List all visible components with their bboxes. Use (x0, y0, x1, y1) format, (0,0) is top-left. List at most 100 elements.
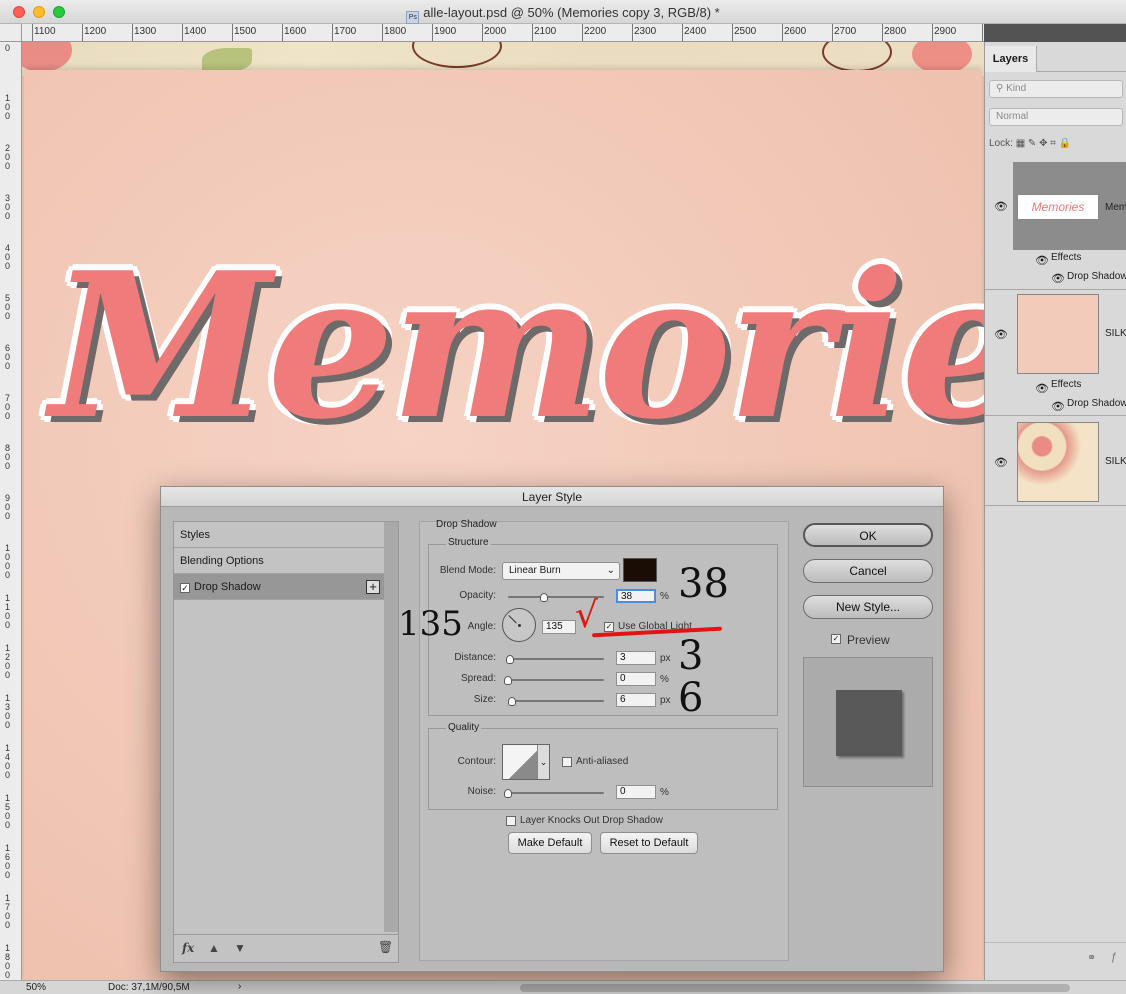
ruler-left-label: 400 (5, 243, 11, 271)
annotation-checkmark: √ (575, 595, 598, 636)
layer-name[interactable]: SILK (1105, 328, 1126, 339)
layer-filter-kind[interactable]: ⚲ Kind (989, 80, 1123, 98)
layer-name[interactable]: Mem (1105, 202, 1126, 213)
angle-field[interactable]: 135 (542, 620, 576, 634)
layer-effects-label[interactable]: Effects (1051, 252, 1081, 263)
horizontal-scrollbar[interactable] (520, 984, 1070, 992)
distance-field[interactable]: 3 (616, 651, 656, 665)
new-style-button[interactable]: New Style... (803, 595, 933, 619)
memories-text-layer[interactable]: Memories (50, 237, 984, 457)
use-global-light-checkbox[interactable]: ✓ (604, 622, 614, 632)
trash-icon[interactable]: 🗑 (378, 940, 393, 954)
layer-row-silk-2[interactable]: 👁 SILK (985, 416, 1126, 506)
knocks-out-checkbox[interactable] (506, 816, 516, 826)
effects-eye-icon[interactable]: 👁 (1035, 254, 1049, 267)
styles-item[interactable]: Styles (174, 522, 384, 548)
make-default-button[interactable]: Make Default (508, 832, 592, 854)
drop-shadow-settings: Drop Shadow Structure Blend Mode: Linear… (419, 519, 789, 961)
layer-effect-drop-shadow[interactable]: Drop Shadow (1067, 271, 1126, 282)
ruler-tick (832, 24, 833, 41)
lock-all-icon[interactable]: 🔒 (1059, 138, 1071, 149)
move-down-arrow-icon[interactable]: ▼ (234, 941, 246, 955)
visibility-eye-icon[interactable]: 👁 (994, 456, 1008, 469)
fx-menu-button[interactable]: fx (182, 941, 194, 955)
status-menu-arrow[interactable]: › (238, 981, 241, 992)
visibility-eye-icon[interactable]: 👁 (994, 328, 1008, 341)
drop-shadow-checkbox[interactable]: ✓ (180, 583, 190, 593)
layer-blend-mode-select[interactable]: Normal (989, 108, 1123, 126)
opacity-slider-knob[interactable] (540, 593, 549, 602)
annotation-size: 6 (678, 675, 704, 721)
lock-brush-icon[interactable]: ✎ (1028, 138, 1036, 149)
angle-dial-needle (508, 615, 517, 624)
size-slider[interactable] (508, 700, 604, 702)
ruler-top[interactable]: 1100 1200 1300 1400 1500 1600 1700 1800 1900 2000… (22, 24, 984, 42)
size-field[interactable]: 6 (616, 693, 656, 707)
anti-aliased-checkbox[interactable] (562, 757, 572, 767)
anti-aliased-label[interactable]: Anti-aliased (576, 756, 628, 767)
ruler-left-label: 1100 (5, 593, 11, 630)
lock-pixels-icon[interactable]: ▦ (1016, 138, 1025, 149)
chevron-down-icon[interactable]: ⌄ (537, 745, 549, 779)
ruler-left[interactable]: 0 100 200 300 400 500 600 700 800 900 1000 1100 1200… (0, 24, 22, 980)
drop-shadow-item[interactable]: ✓ Drop Shadow + (174, 574, 384, 600)
layer-name[interactable]: SILK (1105, 456, 1126, 467)
noise-field[interactable]: 0 (616, 785, 656, 799)
ruler-left-label: 500 (5, 293, 11, 321)
blend-mode-select[interactable]: Linear Burn ⌄ (502, 562, 620, 580)
ruler-tick (132, 24, 133, 41)
move-up-arrow-icon[interactable]: ▲ (208, 941, 220, 955)
distance-slider[interactable] (508, 658, 604, 660)
spread-slider[interactable] (508, 679, 604, 681)
spread-slider-knob[interactable] (504, 676, 512, 685)
layer-thumbnail: Memories (1017, 194, 1099, 220)
layer-fx-icon[interactable]: ƒ (1111, 951, 1117, 963)
layer-effects-label[interactable]: Effects (1051, 379, 1081, 390)
add-effect-plus-icon[interactable]: + (366, 580, 380, 594)
preview-label[interactable]: Preview (847, 633, 890, 647)
spread-label: Spread: (460, 673, 496, 684)
lock-artboard-icon[interactable]: ⌗ (1050, 138, 1056, 149)
annotation-distance: 3 (678, 633, 704, 679)
reset-to-default-button[interactable]: Reset to Default (600, 832, 698, 854)
zoom-level[interactable]: 50% (26, 982, 46, 993)
effect-eye-icon[interactable]: 👁 (1051, 400, 1065, 413)
cancel-button[interactable]: Cancel (803, 559, 933, 583)
layer-row-memories[interactable]: 👁 Memories Mem 👁 Effects 👁 Drop Shadow (985, 162, 1126, 290)
layer-effect-drop-shadow[interactable]: Drop Shadow (1067, 398, 1126, 409)
visibility-eye-icon[interactable]: 👁 (994, 200, 1008, 213)
noise-slider[interactable] (508, 792, 604, 794)
styles-list-footer: fx ▲ ▼ 🗑 (174, 934, 398, 962)
ruler-tick (432, 24, 433, 41)
layer-row-silk-1[interactable]: 👁 SILK 👁 Effects 👁 Drop Shadow (985, 290, 1126, 416)
ok-button[interactable]: OK (803, 523, 933, 547)
section-title-drop-shadow: Drop Shadow (436, 519, 497, 530)
annotation-opacity: 38 (678, 561, 729, 607)
status-bar: 50% Doc: 37,1M/90,5M › (0, 980, 1126, 994)
effect-eye-icon[interactable]: 👁 (1051, 272, 1065, 285)
spread-unit: % (660, 674, 669, 685)
shadow-color-swatch[interactable] (623, 558, 657, 582)
knocks-out-label[interactable]: Layer Knocks Out Drop Shadow (520, 815, 663, 826)
link-layers-icon[interactable]: ⚭ (1087, 951, 1096, 964)
quality-group (428, 728, 778, 810)
spread-field[interactable]: 0 (616, 672, 656, 686)
preview-checkbox[interactable]: ✓ (831, 634, 841, 644)
panel-close-icon[interactable]: ✕ (988, 30, 996, 41)
tab-layers[interactable]: Layers (985, 46, 1037, 72)
opacity-field[interactable]: 38 (616, 589, 656, 603)
contour-picker[interactable]: ⌄ (502, 744, 550, 780)
distance-slider-knob[interactable] (506, 655, 514, 664)
angle-dial[interactable] (502, 608, 536, 642)
distance-label: Distance: (454, 652, 496, 663)
effects-eye-icon[interactable]: 👁 (1035, 382, 1049, 395)
lock-move-icon[interactable]: ✥ (1039, 138, 1047, 149)
noise-slider-knob[interactable] (504, 789, 512, 798)
styles-list: Styles Blending Options ✓ Drop Shadow + fx… (173, 521, 399, 963)
styles-list-scrollbar[interactable] (384, 522, 398, 932)
blending-options-item[interactable]: Blending Options (174, 548, 384, 574)
ruler-top-label: 2300 (634, 26, 657, 37)
window-titlebar: Ps alle-layout.psd @ 50% (Memories copy 3… (0, 0, 1126, 24)
ruler-top-label: 2000 (484, 26, 507, 37)
size-slider-knob[interactable] (508, 697, 516, 706)
